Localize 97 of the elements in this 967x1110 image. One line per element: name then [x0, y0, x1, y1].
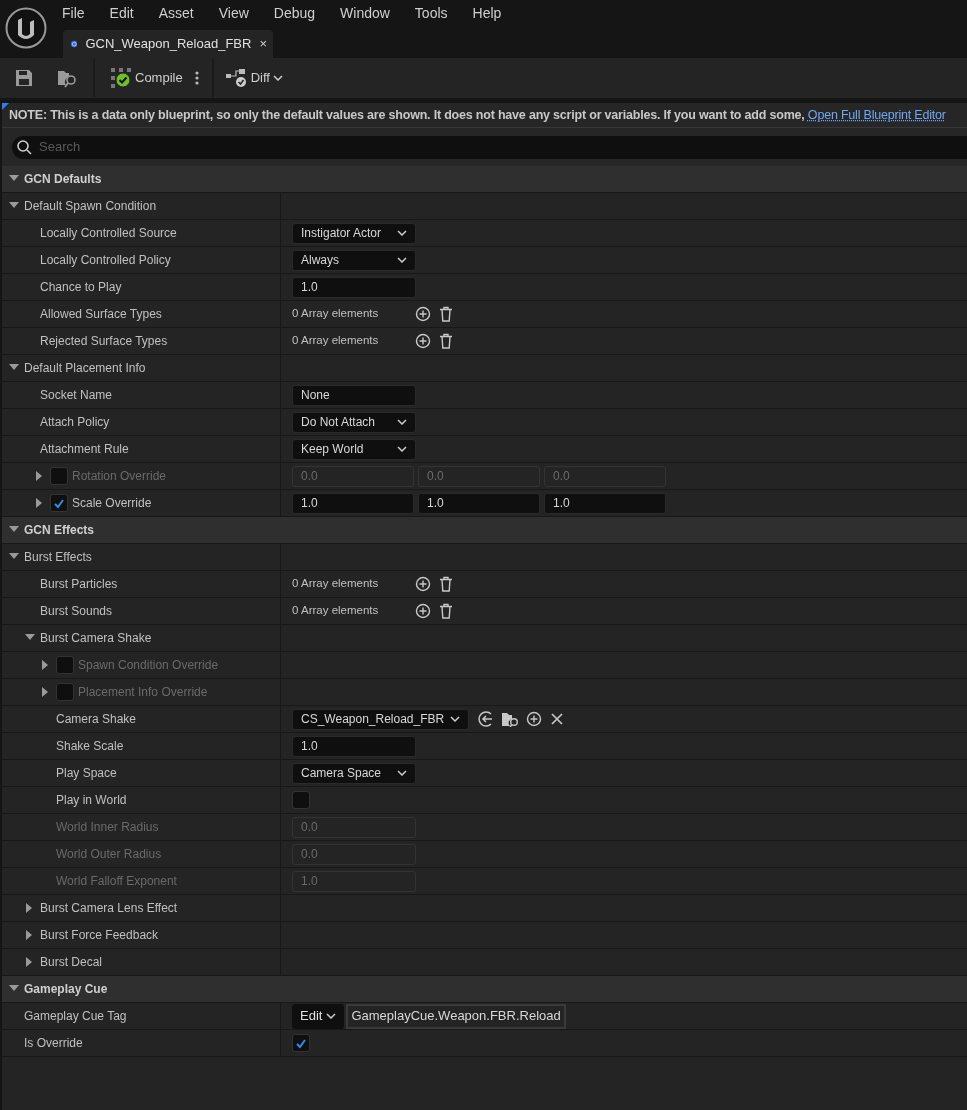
array-count: 0 Array elements — [292, 333, 380, 349]
property-label: Burst Decal — [40, 954, 103, 971]
compile-button[interactable]: Compile — [111, 68, 183, 88]
more-options-icon[interactable] — [194, 71, 199, 85]
trash-icon[interactable] — [439, 306, 453, 322]
property-label: Play Space — [56, 765, 117, 782]
number-field[interactable]: 1.0 — [292, 276, 416, 298]
property-label: Play in World — [56, 792, 127, 809]
menu-item[interactable]: Edit — [109, 3, 134, 24]
chevron-down-icon[interactable] — [397, 419, 407, 425]
array-count: 0 Array elements — [292, 603, 380, 619]
property-label: Socket Name — [40, 387, 113, 404]
property-label: World Falloff Exponent — [56, 873, 177, 890]
property-label: Default Spawn Condition — [24, 198, 157, 215]
property-label: Burst Sounds — [40, 603, 113, 620]
dropdown[interactable]: Always — [292, 249, 416, 271]
compile-check-icon — [111, 68, 131, 88]
property-label: Is Override — [24, 1035, 83, 1052]
property-label: GCN Effects — [24, 522, 94, 539]
property-label: Gameplay Cue — [24, 981, 108, 998]
chevron-down-icon — [272, 75, 283, 81]
browse-folder-icon[interactable] — [501, 711, 519, 727]
close-button[interactable]: × — [259, 34, 267, 54]
edit-button[interactable]: Edit — [292, 1003, 345, 1029]
property-label: Placement Info Override — [78, 684, 208, 701]
add-icon[interactable] — [415, 576, 431, 592]
property-label: Burst Particles — [40, 576, 118, 593]
asset-dropdown[interactable]: CS_Weapon_Reload_FBR — [292, 708, 470, 730]
property-label: World Inner Radius — [56, 819, 159, 836]
dropdown[interactable]: Instigator Actor — [292, 222, 416, 244]
property-label: Camera Shake — [56, 711, 137, 728]
chevron-down-icon[interactable] — [450, 716, 461, 722]
property-label: Burst Camera Lens Effect — [40, 900, 178, 917]
property-label: Gameplay Cue Tag — [24, 1008, 127, 1025]
property-label: Spawn Condition Override — [78, 657, 219, 674]
checkbox[interactable] — [56, 656, 74, 674]
property-label: Scale Override — [72, 495, 152, 512]
search-icon — [17, 139, 32, 155]
menu-item[interactable]: File — [62, 3, 85, 24]
tab-title: GCN_Weapon_Reload_FBR — [85, 35, 252, 54]
menu-item[interactable]: Window — [340, 3, 390, 24]
use-selected-icon[interactable] — [477, 711, 494, 727]
tag-field[interactable]: GameplayCue.Weapon.FBR.Reload — [346, 1003, 566, 1029]
array-count: 0 Array elements — [292, 306, 380, 322]
property-label: Rotation Override — [72, 468, 167, 485]
note-text: NOTE: This is a data only blueprint, so only the default values are shown. It does not have any script or variables. If you want to add some, Open Full Blueprint Editor — [9, 106, 946, 124]
chevron-down-icon[interactable] — [397, 257, 407, 263]
clear-icon[interactable] — [550, 712, 565, 726]
number-field[interactable]: 1.0 — [292, 735, 416, 757]
property-label: Chance to Play — [40, 279, 122, 296]
property-label: Shake Scale — [56, 738, 124, 755]
text-field[interactable]: None — [292, 384, 416, 406]
array-count: 0 Array elements — [292, 576, 380, 592]
property-label: World Outer Radius — [56, 846, 162, 863]
checkbox[interactable] — [56, 683, 74, 701]
menu-item[interactable]: Help — [472, 3, 502, 24]
chevron-down-icon[interactable] — [326, 1013, 337, 1019]
menu-item[interactable]: Asset — [158, 3, 194, 24]
property-label: Attachment Rule — [40, 441, 129, 458]
number-field[interactable]: 1.0 — [418, 492, 540, 514]
browse-folder-icon[interactable] — [57, 68, 79, 88]
trash-icon[interactable] — [439, 333, 453, 349]
chevron-down-icon[interactable] — [397, 446, 407, 452]
diff-icon — [225, 68, 248, 88]
search-box[interactable]: Search — [12, 135, 967, 159]
menu-item[interactable]: Debug — [273, 3, 316, 24]
menu-item[interactable]: View — [218, 3, 249, 24]
add-icon[interactable] — [415, 603, 431, 619]
editor-link[interactable]: Open Full Blueprint Editor — [807, 107, 946, 122]
property-label: Burst Camera Shake — [40, 630, 152, 647]
chevron-down-icon[interactable] — [397, 770, 407, 776]
trash-icon[interactable] — [439, 603, 453, 619]
number-field[interactable]: 1.0 — [544, 492, 666, 514]
checkbox[interactable] — [50, 467, 68, 485]
trash-icon[interactable] — [439, 576, 453, 592]
property-label: Burst Force Feedback — [40, 927, 159, 944]
checkbox[interactable] — [292, 791, 310, 809]
property-label: Allowed Surface Types — [40, 306, 162, 323]
property-label: Default Placement Info — [24, 360, 146, 377]
document-tab[interactable]: GCN_Weapon_Reload_FBR × — [63, 30, 273, 58]
property-label: GCN Defaults — [24, 171, 102, 188]
property-label: Burst Effects — [24, 549, 92, 566]
add-icon[interactable] — [415, 333, 431, 349]
diff-button[interactable]: Diff — [225, 68, 283, 88]
property-label: Rejected Surface Types — [40, 333, 168, 350]
save-icon[interactable] — [15, 69, 33, 87]
menu-item[interactable]: Tools — [414, 3, 448, 24]
dropdown[interactable]: Camera Space — [292, 762, 416, 784]
add-icon[interactable] — [526, 711, 543, 727]
number-field[interactable]: 1.0 — [292, 492, 414, 514]
property-label: Locally Controlled Source — [40, 225, 177, 242]
property-label: Locally Controlled Policy — [40, 252, 171, 269]
add-icon[interactable] — [415, 306, 431, 322]
property-label: Attach Policy — [40, 414, 110, 431]
dropdown[interactable]: Keep World — [292, 438, 416, 460]
dropdown[interactable]: Do Not Attach — [292, 411, 416, 433]
chevron-down-icon[interactable] — [397, 230, 407, 236]
